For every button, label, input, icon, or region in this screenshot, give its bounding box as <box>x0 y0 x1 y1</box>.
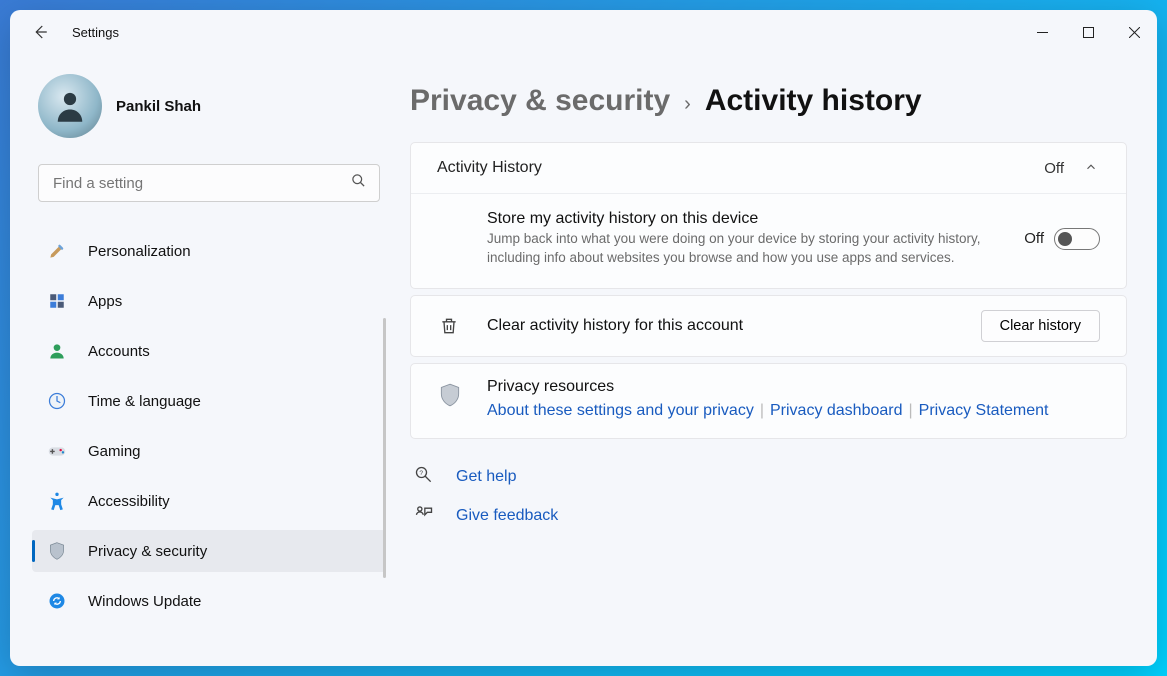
card-state: Off <box>1044 160 1064 177</box>
minimize-button[interactable] <box>1019 16 1065 48</box>
store-activity-toggle-wrap: Off <box>1024 228 1100 250</box>
toggle-state-label: Off <box>1024 230 1044 247</box>
clear-history-button[interactable]: Clear history <box>981 310 1100 342</box>
search-box <box>32 164 386 202</box>
privacy-resources-card: Privacy resources About these settings a… <box>410 363 1127 439</box>
privacy-resources-body: Privacy resources About these settings a… <box>487 378 1048 420</box>
clear-history-label: Clear activity history for this account <box>487 317 981 335</box>
sidebar-scrollbar[interactable] <box>383 318 386 578</box>
window-controls <box>1019 16 1157 48</box>
breadcrumb: Privacy & security › Activity history <box>410 84 1127 118</box>
gamepad-icon <box>46 440 68 462</box>
apps-icon <box>46 290 68 312</box>
shield-icon <box>437 378 465 413</box>
avatar <box>38 74 102 138</box>
search-input[interactable] <box>38 164 380 202</box>
title-bar: Settings <box>10 10 1157 54</box>
sidebar-item-personalization[interactable]: Personalization <box>32 230 386 272</box>
window-body: Pankil Shah Personalization Apps <box>10 54 1157 666</box>
store-activity-row: Store my activity history on this device… <box>411 193 1126 288</box>
activity-history-card: Activity History Off Store my activity h… <box>410 142 1127 289</box>
maximize-icon <box>1083 27 1094 38</box>
clear-history-card: Clear activity history for this account … <box>410 295 1127 357</box>
card-title: Activity History <box>437 159 542 177</box>
person-icon <box>49 85 91 127</box>
nav-label: Apps <box>88 293 122 310</box>
trash-icon <box>437 316 461 336</box>
sidebar-item-gaming[interactable]: Gaming <box>32 430 386 472</box>
main-content: Privacy & security › Activity history Ac… <box>400 54 1157 666</box>
svg-text:?: ? <box>419 470 423 477</box>
chevron-up-icon <box>1084 160 1100 176</box>
maximize-button[interactable] <box>1065 16 1111 48</box>
nav-label: Gaming <box>88 443 141 460</box>
link-privacy-dashboard[interactable]: Privacy dashboard <box>770 402 903 420</box>
store-activity-desc: Jump back into what you were doing on yo… <box>487 230 994 268</box>
clear-history-row: Clear activity history for this account … <box>411 296 1126 356</box>
profile[interactable]: Pankil Shah <box>32 74 386 138</box>
page-title: Activity history <box>705 84 922 118</box>
clock-globe-icon <box>46 390 68 412</box>
sidebar-item-time-language[interactable]: Time & language <box>32 380 386 422</box>
chevron-right-icon: › <box>684 93 691 116</box>
sidebar: Pankil Shah Personalization Apps <box>10 54 400 666</box>
sidebar-item-windows-update[interactable]: Windows Update <box>32 580 386 622</box>
back-button[interactable] <box>20 12 60 52</box>
store-activity-text: Store my activity history on this device… <box>487 210 1024 268</box>
privacy-resources-title: Privacy resources <box>487 378 1048 396</box>
nav-label: Accounts <box>88 343 150 360</box>
help-icon: ? <box>414 465 436 490</box>
profile-name: Pankil Shah <box>116 98 201 115</box>
nav-label: Accessibility <box>88 493 170 510</box>
close-icon <box>1129 27 1140 38</box>
paintbrush-icon <box>46 240 68 262</box>
divider: | <box>760 402 764 420</box>
divider: | <box>909 402 913 420</box>
give-feedback-label: Give feedback <box>456 507 558 525</box>
feedback-icon <box>414 504 436 529</box>
privacy-resources-links: About these settings and your privacy | … <box>487 402 1048 420</box>
settings-window: Settings Pankil Shah <box>10 10 1157 666</box>
link-about-settings-privacy[interactable]: About these settings and your privacy <box>487 402 754 420</box>
store-activity-title: Store my activity history on this device <box>487 210 994 228</box>
get-help-link[interactable]: ? Get help <box>414 465 1127 490</box>
footer-links: ? Get help Give feedback <box>410 465 1127 529</box>
close-button[interactable] <box>1111 16 1157 48</box>
get-help-label: Get help <box>456 468 516 486</box>
give-feedback-link[interactable]: Give feedback <box>414 504 1127 529</box>
nav-wrap: Personalization Apps Accounts Time & lan… <box>32 230 386 666</box>
update-icon <box>46 590 68 612</box>
activity-history-expander[interactable]: Activity History Off <box>411 143 1126 193</box>
sidebar-item-accounts[interactable]: Accounts <box>32 330 386 372</box>
sidebar-item-apps[interactable]: Apps <box>32 280 386 322</box>
store-activity-toggle[interactable] <box>1054 228 1100 250</box>
nav-label: Personalization <box>88 243 191 260</box>
nav-list: Personalization Apps Accounts Time & lan… <box>32 230 386 630</box>
nav-label: Privacy & security <box>88 543 207 560</box>
sidebar-item-accessibility[interactable]: Accessibility <box>32 480 386 522</box>
sidebar-item-privacy-security[interactable]: Privacy & security <box>32 530 386 572</box>
link-privacy-statement[interactable]: Privacy Statement <box>919 402 1049 420</box>
window-title: Settings <box>72 25 119 40</box>
breadcrumb-parent[interactable]: Privacy & security <box>410 84 670 118</box>
nav-label: Time & language <box>88 393 201 410</box>
minimize-icon <box>1037 27 1048 38</box>
person-icon <box>46 340 68 362</box>
nav-label: Windows Update <box>88 593 201 610</box>
shield-icon <box>46 540 68 562</box>
accessibility-icon <box>46 490 68 512</box>
back-arrow-icon <box>31 23 49 41</box>
